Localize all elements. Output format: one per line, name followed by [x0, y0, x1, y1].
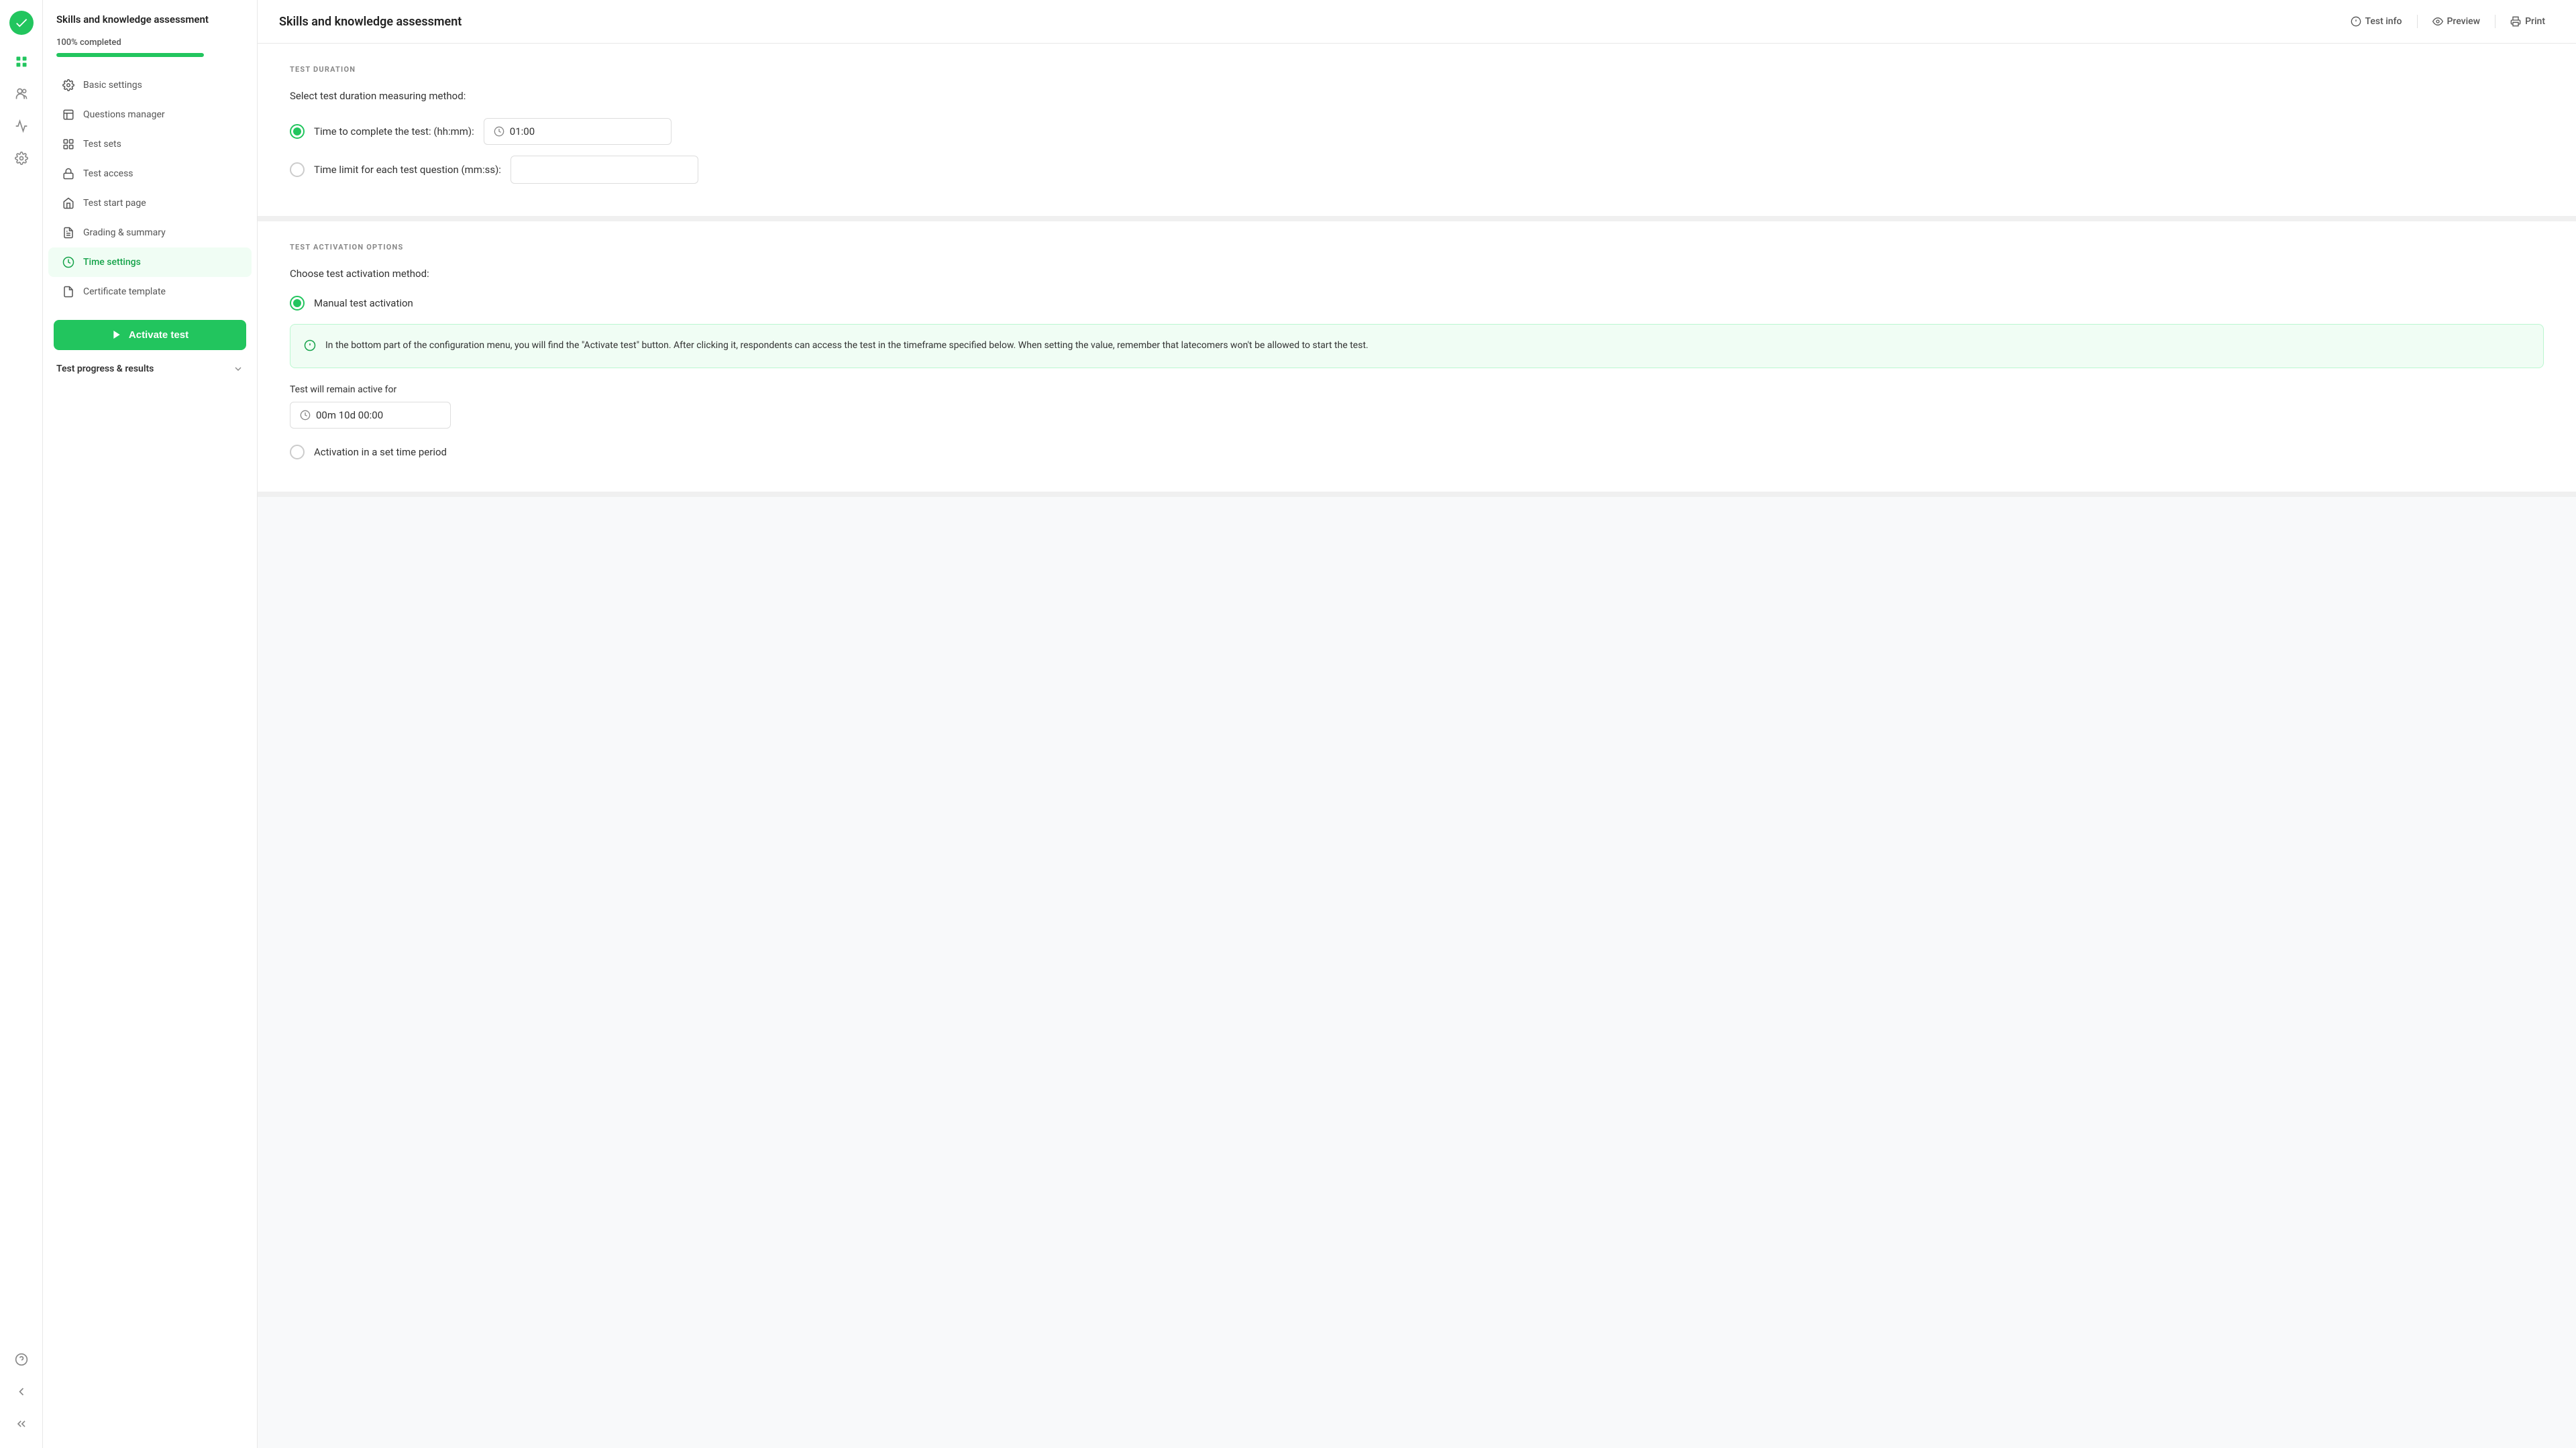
activation-option-1-row: Manual test activation	[290, 296, 2544, 311]
active-for-input[interactable]: 00m 10d 00:00	[290, 402, 451, 429]
content-area: TEST DURATION Select test duration measu…	[258, 44, 2576, 497]
home-icon	[62, 197, 75, 210]
progress-section: 100% completed	[43, 38, 257, 70]
sidebar-item-test-start-page[interactable]: Test start page	[48, 188, 252, 218]
duration-option-2-row: Time limit for each test question (mm:ss…	[290, 156, 2544, 184]
nav-icon-help[interactable]	[8, 1346, 35, 1373]
nav-icon-back[interactable]	[8, 1378, 35, 1405]
app-logo[interactable]	[9, 11, 34, 35]
nav-icon-dashboard[interactable]	[8, 48, 35, 75]
test-progress-section-header[interactable]: Test progress & results	[43, 350, 257, 380]
sidebar-item-label-test-access: Test access	[83, 168, 133, 179]
sidebar-item-label-questions: Questions manager	[83, 109, 165, 120]
icon-bar	[0, 0, 43, 1448]
activation-option-1-label: Manual test activation	[314, 297, 413, 309]
test-activation-desc: Choose test activation method:	[290, 268, 2544, 280]
activate-test-button[interactable]: Activate test	[54, 320, 246, 350]
main-content: Skills and knowledge assessment Test inf…	[258, 0, 2576, 1448]
progress-bar	[56, 53, 204, 57]
activation-option-2-label: Activation in a set time period	[314, 446, 447, 458]
sidebar-item-label-test-sets: Test sets	[83, 139, 121, 150]
settings-icon	[62, 78, 75, 92]
sidebar-item-time-settings[interactable]: Time settings	[48, 247, 252, 277]
clock-icon	[62, 256, 75, 269]
duration-option-1-label: Time to complete the test: (hh:mm):	[314, 125, 474, 137]
test-activation-section: TEST ACTIVATION OPTIONS Choose test acti…	[258, 221, 2576, 497]
sidebar-item-questions-manager[interactable]: Questions manager	[48, 100, 252, 129]
activation-option-2-row: Activation in a set time period	[290, 445, 2544, 459]
sidebar-item-label-certificate: Certificate template	[83, 286, 166, 297]
sidebar-item-basic-settings[interactable]: Basic settings	[48, 70, 252, 100]
print-button[interactable]: Print	[2501, 11, 2555, 32]
sidebar-item-test-sets[interactable]: Test sets	[48, 129, 252, 159]
test-activation-title: TEST ACTIVATION OPTIONS	[290, 243, 2544, 252]
topbar-actions: Test info Preview Print	[2341, 11, 2555, 32]
active-for-value: 00m 10d 00:00	[316, 409, 383, 421]
duration-option-2-label: Time limit for each test question (mm:ss…	[314, 164, 501, 176]
topbar: Skills and knowledge assessment Test inf…	[258, 0, 2576, 44]
nav-icon-collapse[interactable]	[8, 1410, 35, 1437]
nav-icon-settings[interactable]	[8, 145, 35, 172]
manual-activation-info-box: In the bottom part of the configuration …	[290, 324, 2544, 368]
sidebar-app-title: Skills and knowledge assessment	[43, 13, 257, 38]
progress-label: 100% completed	[56, 38, 244, 48]
duration-option-2-radio[interactable]	[290, 162, 305, 177]
time-complete-value: 01:00	[510, 125, 535, 137]
active-for-section: Test will remain active for 00m 10d 00:0…	[290, 384, 2544, 429]
topbar-divider-2	[2495, 15, 2496, 28]
active-for-label: Test will remain active for	[290, 384, 2544, 395]
test-sets-icon	[62, 137, 75, 151]
questions-icon	[62, 108, 75, 121]
sidebar-item-grading[interactable]: Grading & summary	[48, 218, 252, 247]
duration-option-1-row: Time to complete the test: (hh:mm): 01:0…	[290, 118, 2544, 145]
time-question-input[interactable]	[511, 156, 698, 184]
page-title: Skills and knowledge assessment	[279, 15, 462, 29]
sidebar-item-certificate[interactable]: Certificate template	[48, 277, 252, 307]
topbar-divider-1	[2417, 15, 2418, 28]
preview-button[interactable]: Preview	[2423, 11, 2490, 32]
progress-fill	[56, 53, 204, 57]
activation-option-2-radio[interactable]	[290, 445, 305, 459]
grading-icon	[62, 226, 75, 239]
test-duration-section: TEST DURATION Select test duration measu…	[258, 44, 2576, 221]
test-duration-desc: Select test duration measuring method:	[290, 90, 2544, 102]
duration-option-1-radio[interactable]	[290, 124, 305, 139]
test-info-button[interactable]: Test info	[2341, 11, 2412, 32]
lock-icon	[62, 167, 75, 180]
activation-option-1-radio[interactable]	[290, 296, 305, 311]
sidebar-item-test-access[interactable]: Test access	[48, 159, 252, 188]
time-complete-input[interactable]: 01:00	[484, 118, 672, 145]
sidebar-item-label-start-page: Test start page	[83, 198, 146, 209]
test-duration-title: TEST DURATION	[290, 65, 2544, 74]
nav-icon-reports[interactable]	[8, 113, 35, 140]
nav-icon-users[interactable]	[8, 80, 35, 107]
sidebar: Skills and knowledge assessment 100% com…	[43, 0, 258, 1448]
info-icon	[304, 339, 316, 354]
sidebar-item-label-time: Time settings	[83, 257, 141, 268]
certificate-icon	[62, 285, 75, 298]
info-box-text: In the bottom part of the configuration …	[325, 338, 1368, 354]
sidebar-item-label-basic-settings: Basic settings	[83, 80, 142, 91]
sidebar-item-label-grading: Grading & summary	[83, 227, 166, 238]
